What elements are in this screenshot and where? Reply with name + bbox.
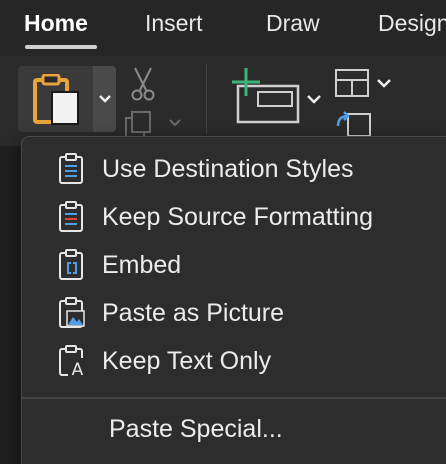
menu-item-label: Keep Text Only xyxy=(102,346,272,375)
add-slide-icon[interactable] xyxy=(228,66,326,126)
paste-options-dropdown[interactable] xyxy=(93,66,116,132)
menu-item-paste-special[interactable]: Paste Special... xyxy=(109,415,283,451)
copy-icon[interactable] xyxy=(124,110,184,136)
clipboard-source-formatting-icon xyxy=(58,200,88,234)
clipboard-text-only-icon: A xyxy=(58,344,88,378)
menu-item-paste-as-picture[interactable]: Paste as Picture xyxy=(58,293,438,333)
menu-item-keep-source-formatting[interactable]: Keep Source Formatting xyxy=(58,197,438,237)
tab-insert[interactable]: Insert xyxy=(145,10,203,37)
menu-item-use-destination-styles[interactable]: Use Destination Styles xyxy=(58,149,438,189)
tab-draw[interactable]: Draw xyxy=(266,10,320,37)
svg-text:A: A xyxy=(72,360,84,377)
paste-icon xyxy=(33,74,79,125)
clipboard-destination-styles-icon xyxy=(58,152,88,186)
app-window: Home Insert Draw Design Use Destination … xyxy=(0,0,446,464)
menu-item-label: Use Destination Styles xyxy=(102,154,354,183)
active-tab-indicator xyxy=(25,45,97,49)
paste-split-button xyxy=(18,66,116,132)
menu-item-embed[interactable]: Embed xyxy=(58,245,438,285)
layout-icon[interactable] xyxy=(334,68,394,102)
menu-item-label: Keep Source Formatting xyxy=(102,202,373,231)
ribbon-separator xyxy=(206,64,207,134)
scissors-icon[interactable] xyxy=(130,66,156,102)
menu-item-label: Embed xyxy=(102,250,182,279)
menu-item-keep-text-only[interactable]: A Keep Text Only xyxy=(58,341,438,381)
menu-divider xyxy=(22,397,446,399)
ribbon-toolbar xyxy=(0,56,446,146)
tab-home[interactable]: Home xyxy=(24,10,88,37)
menu-item-label: Paste as Picture xyxy=(102,298,285,327)
tab-design[interactable]: Design xyxy=(378,10,446,37)
paste-button[interactable] xyxy=(18,66,92,132)
clipboard-picture-icon xyxy=(58,296,88,330)
ribbon-tab-bar: Home Insert Draw Design xyxy=(0,0,446,56)
paste-options-menu: Use Destination Styles Keep Source Forma… xyxy=(21,136,446,464)
clipboard-embed-icon xyxy=(58,248,88,282)
chevron-down-icon xyxy=(99,95,111,103)
